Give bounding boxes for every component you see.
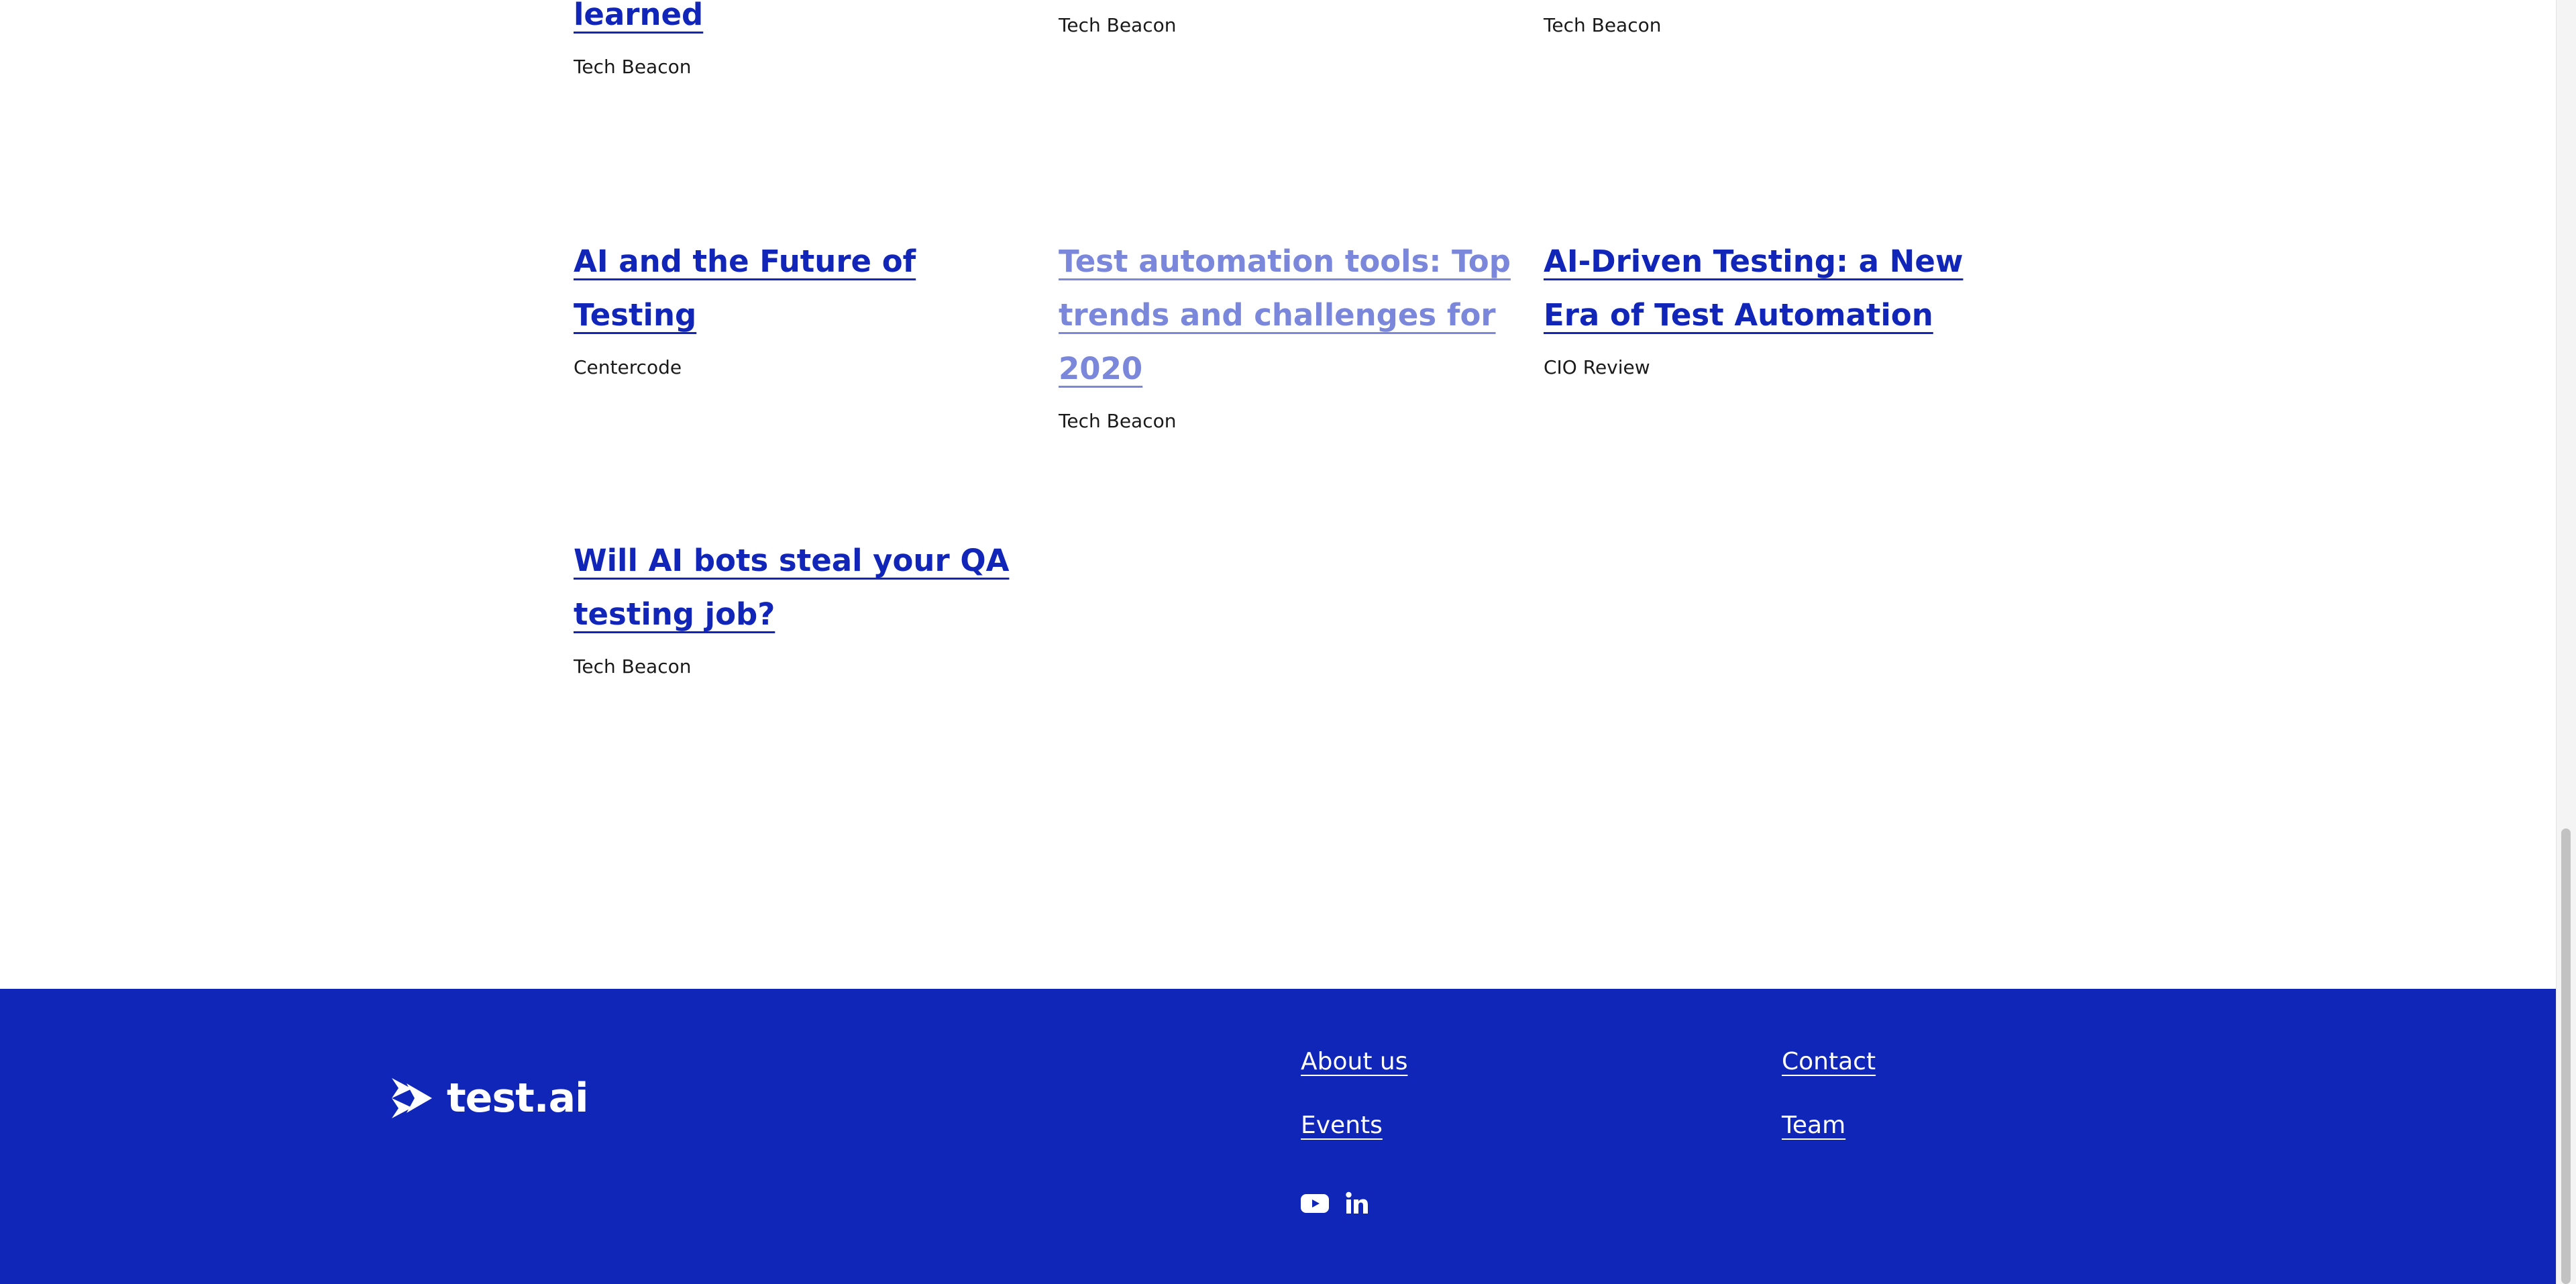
article-source: Tech Beacon: [1544, 14, 1662, 36]
article-title-link[interactable]: Will AI bots steal your QA testing job?: [574, 543, 1009, 632]
linkedin-icon: [1346, 1191, 1368, 1214]
article-source: Tech Beacon: [574, 655, 692, 678]
article-source: Tech Beacon: [574, 56, 692, 78]
article-source: Tech Beacon: [1059, 14, 1177, 36]
site-footer: test.ai About us Events Contact Team: [0, 989, 2556, 1284]
article-card: Will AI bots steal your QA testing job? …: [574, 534, 1030, 679]
footer-link-about-us[interactable]: About us: [1301, 1048, 1407, 1075]
scrollbar-thumb[interactable]: [2561, 828, 2571, 1284]
footer-link-team[interactable]: Team: [1782, 1112, 1845, 1139]
article-card: AI-Driven Testing: a New Era of Test Aut…: [1544, 235, 2000, 380]
testai-logo-icon: [392, 1078, 432, 1118]
footer-link-events[interactable]: Events: [1301, 1112, 1383, 1139]
article-title-link[interactable]: AI and the Future of Testing: [574, 244, 916, 333]
vertical-scrollbar[interactable]: [2556, 0, 2576, 1284]
page: learned Tech Beacon Tech Beacon Tech Bea…: [0, 0, 2576, 1284]
footer-logo[interactable]: test.ai: [392, 1075, 589, 1122]
article-title-link[interactable]: AI-Driven Testing: a New Era of Test Aut…: [1544, 244, 1963, 333]
logo-wordmark: test.ai: [447, 1075, 589, 1122]
press-articles-section: learned Tech Beacon Tech Beacon Tech Bea…: [0, 0, 2556, 989]
linkedin-link[interactable]: [1346, 1191, 1368, 1214]
youtube-link[interactable]: [1301, 1193, 1329, 1214]
article-title-link[interactable]: Test automation tools: Top trends and ch…: [1059, 244, 1511, 386]
article-card: learned Tech Beacon: [574, 0, 1030, 79]
article-source: Centercode: [574, 356, 682, 378]
footer-link-contact[interactable]: Contact: [1782, 1048, 1876, 1075]
article-card: Tech Beacon: [1059, 13, 1515, 38]
article-source: Tech Beacon: [1059, 410, 1177, 432]
youtube-icon: [1301, 1194, 1329, 1213]
article-card: AI and the Future of Testing Centercode: [574, 235, 1030, 380]
article-card: Tech Beacon: [1544, 13, 2000, 38]
article-card: Test automation tools: Top trends and ch…: [1059, 235, 1515, 433]
article-title-link[interactable]: learned: [574, 0, 703, 32]
article-source: CIO Review: [1544, 356, 1650, 378]
